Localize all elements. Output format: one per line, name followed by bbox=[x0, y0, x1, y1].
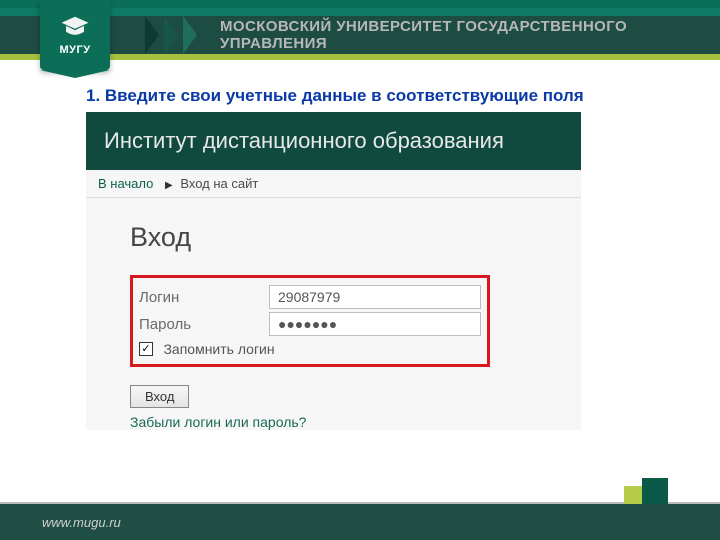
university-title: МОСКОВСКИЙ УНИВЕРСИТЕТ ГОСУДАРСТВЕННОГО … bbox=[220, 16, 700, 54]
breadcrumb-home[interactable]: В начало bbox=[98, 176, 153, 191]
footer-accent bbox=[624, 478, 668, 504]
breadcrumb-current: Вход на сайт bbox=[180, 176, 258, 191]
login-label: Логин bbox=[139, 289, 269, 306]
remember-label[interactable]: Запомнить логин bbox=[163, 341, 274, 357]
remember-checkbox[interactable]: ✓ bbox=[139, 342, 153, 356]
password-input[interactable] bbox=[269, 312, 481, 336]
logo: МУГУ bbox=[40, 0, 110, 70]
graduation-cap-icon bbox=[60, 15, 90, 41]
password-label: Пароль bbox=[139, 316, 269, 333]
top-header: МУГУ МОСКОВСКИЙ УНИВЕРСИТЕТ ГОСУДАРСТВЕН… bbox=[0, 0, 720, 66]
login-input[interactable] bbox=[269, 285, 481, 309]
panel-title: Институт дистанционного образования bbox=[86, 112, 581, 170]
logo-text: МУГУ bbox=[59, 44, 90, 56]
instruction-text: 1. Введите свои учетные данные в соответ… bbox=[86, 86, 720, 106]
form-heading: Вход bbox=[130, 222, 553, 253]
breadcrumb-separator-icon: ▶ bbox=[165, 180, 173, 191]
footer-url: www.mugu.ru bbox=[42, 515, 121, 530]
login-panel: Институт дистанционного образования В на… bbox=[86, 112, 581, 430]
submit-button[interactable]: Вход bbox=[130, 385, 189, 408]
credentials-highlight: Логин Пароль ✓ Запомнить логин bbox=[130, 275, 490, 367]
breadcrumb: В начало ▶ Вход на сайт bbox=[86, 170, 581, 198]
footer: www.mugu.ru bbox=[0, 504, 720, 540]
forgot-link[interactable]: Забыли логин или пароль? bbox=[130, 414, 581, 430]
